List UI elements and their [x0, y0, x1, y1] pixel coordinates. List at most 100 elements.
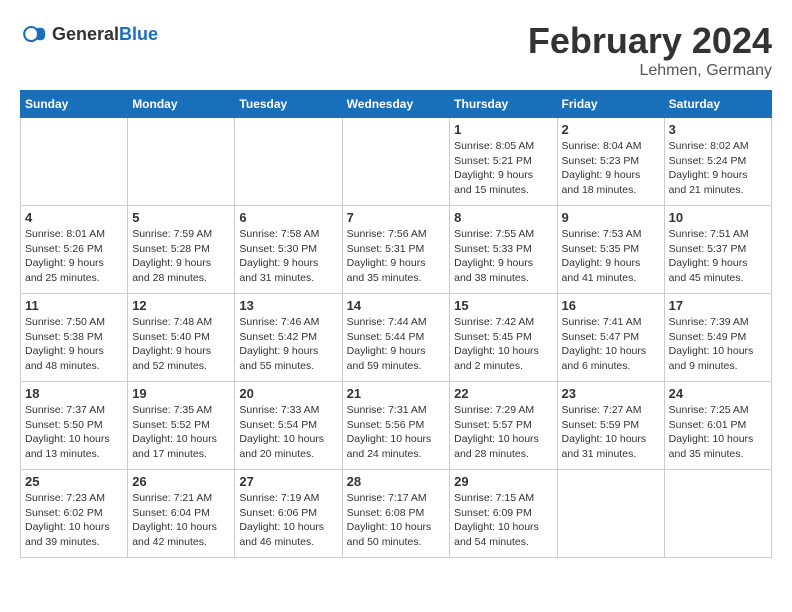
day-info: Sunrise: 7:41 AM Sunset: 5:47 PM Dayligh… [562, 315, 660, 374]
calendar-cell [128, 118, 235, 206]
day-number: 6 [239, 210, 337, 225]
day-info: Sunrise: 7:48 AM Sunset: 5:40 PM Dayligh… [132, 315, 230, 374]
day-number: 5 [132, 210, 230, 225]
weekday-header-sunday: Sunday [21, 91, 128, 118]
day-number: 26 [132, 474, 230, 489]
calendar-cell: 8 Sunrise: 7:55 AM Sunset: 5:33 PM Daylig… [450, 206, 557, 294]
day-number: 16 [562, 298, 660, 313]
day-info: Sunrise: 7:59 AM Sunset: 5:28 PM Dayligh… [132, 227, 230, 286]
calendar-cell: 18 Sunrise: 7:37 AM Sunset: 5:50 PM Dayli… [21, 382, 128, 470]
weekday-header-friday: Friday [557, 91, 664, 118]
calendar-cell: 28 Sunrise: 7:17 AM Sunset: 6:08 PM Dayli… [342, 470, 450, 558]
day-number: 28 [347, 474, 446, 489]
calendar-cell: 19 Sunrise: 7:35 AM Sunset: 5:52 PM Dayli… [128, 382, 235, 470]
day-info: Sunrise: 7:58 AM Sunset: 5:30 PM Dayligh… [239, 227, 337, 286]
day-info: Sunrise: 7:37 AM Sunset: 5:50 PM Dayligh… [25, 403, 123, 462]
calendar-cell [557, 470, 664, 558]
day-number: 15 [454, 298, 552, 313]
calendar-cell [21, 118, 128, 206]
day-number: 20 [239, 386, 337, 401]
calendar-cell: 1Sunrise: 8:05 AM Sunset: 5:21 PM Daylig… [450, 118, 557, 206]
day-number: 7 [347, 210, 446, 225]
day-info: Sunrise: 7:33 AM Sunset: 5:54 PM Dayligh… [239, 403, 337, 462]
weekday-header-wednesday: Wednesday [342, 91, 450, 118]
day-info: Sunrise: 7:42 AM Sunset: 5:45 PM Dayligh… [454, 315, 552, 374]
calendar-cell: 13Sunrise: 7:46 AM Sunset: 5:42 PM Dayli… [235, 294, 342, 382]
weekday-header-saturday: Saturday [664, 91, 771, 118]
day-info: Sunrise: 7:46 AM Sunset: 5:42 PM Dayligh… [239, 315, 337, 374]
page-header: GeneralBlue February 2024 Lehmen, German… [20, 20, 772, 80]
day-info: Sunrise: 7:27 AM Sunset: 5:59 PM Dayligh… [562, 403, 660, 462]
day-number: 24 [669, 386, 767, 401]
weekday-header-monday: Monday [128, 91, 235, 118]
calendar-cell: 15 Sunrise: 7:42 AM Sunset: 5:45 PM Dayli… [450, 294, 557, 382]
calendar-cell: 3 Sunrise: 8:02 AM Sunset: 5:24 PM Daylig… [664, 118, 771, 206]
day-info: Sunrise: 7:50 AM Sunset: 5:38 PM Dayligh… [25, 315, 123, 374]
day-number: 23 [562, 386, 660, 401]
calendar-cell: 11 Sunrise: 7:50 AM Sunset: 5:38 PM Dayli… [21, 294, 128, 382]
calendar-cell: 9 Sunrise: 7:53 AM Sunset: 5:35 PM Daylig… [557, 206, 664, 294]
calendar-cell: 10 Sunrise: 7:51 AM Sunset: 5:37 PM Dayli… [664, 206, 771, 294]
calendar-cell: 27 Sunrise: 7:19 AM Sunset: 6:06 PM Dayli… [235, 470, 342, 558]
calendar-week-row: 4 Sunrise: 8:01 AM Sunset: 5:26 PM Daylig… [21, 206, 772, 294]
day-number: 14 [347, 298, 446, 313]
day-number: 18 [25, 386, 123, 401]
calendar-cell: 20 Sunrise: 7:33 AM Sunset: 5:54 PM Dayli… [235, 382, 342, 470]
calendar-cell: 6 Sunrise: 7:58 AM Sunset: 5:30 PM Daylig… [235, 206, 342, 294]
calendar-cell: 24 Sunrise: 7:25 AM Sunset: 6:01 PM Dayli… [664, 382, 771, 470]
calendar-cell: 21Sunrise: 7:31 AM Sunset: 5:56 PM Dayli… [342, 382, 450, 470]
day-number: 12 [132, 298, 230, 313]
calendar-week-row: 18 Sunrise: 7:37 AM Sunset: 5:50 PM Dayli… [21, 382, 772, 470]
day-info: Sunrise: 8:01 AM Sunset: 5:26 PM Dayligh… [25, 227, 123, 286]
day-info: Sunrise: 7:51 AM Sunset: 5:37 PM Dayligh… [669, 227, 767, 286]
day-info: Sunrise: 7:25 AM Sunset: 6:01 PM Dayligh… [669, 403, 767, 462]
calendar-cell [235, 118, 342, 206]
day-number: 25 [25, 474, 123, 489]
day-info: Sunrise: 7:53 AM Sunset: 5:35 PM Dayligh… [562, 227, 660, 286]
day-info: Sunrise: 7:35 AM Sunset: 5:52 PM Dayligh… [132, 403, 230, 462]
day-info: Sunrise: 8:02 AM Sunset: 5:24 PM Dayligh… [669, 139, 767, 198]
day-number: 9 [562, 210, 660, 225]
day-number: 10 [669, 210, 767, 225]
calendar-cell [664, 470, 771, 558]
logo-general-text: General [52, 24, 119, 44]
day-info: Sunrise: 7:55 AM Sunset: 5:33 PM Dayligh… [454, 227, 552, 286]
day-info: Sunrise: 8:04 AM Sunset: 5:23 PM Dayligh… [562, 139, 660, 198]
day-number: 27 [239, 474, 337, 489]
calendar-cell: 7 Sunrise: 7:56 AM Sunset: 5:31 PM Daylig… [342, 206, 450, 294]
title-section: February 2024 Lehmen, Germany [528, 20, 772, 80]
calendar-cell: 26 Sunrise: 7:21 AM Sunset: 6:04 PM Dayli… [128, 470, 235, 558]
calendar-cell: 25 Sunrise: 7:23 AM Sunset: 6:02 PM Dayli… [21, 470, 128, 558]
day-number: 11 [25, 298, 123, 313]
calendar-cell [342, 118, 450, 206]
day-number: 29 [454, 474, 552, 489]
day-info: Sunrise: 7:56 AM Sunset: 5:31 PM Dayligh… [347, 227, 446, 286]
day-number: 8 [454, 210, 552, 225]
logo-icon [20, 20, 48, 48]
logo: GeneralBlue [20, 20, 158, 48]
day-info: Sunrise: 7:17 AM Sunset: 6:08 PM Dayligh… [347, 491, 446, 550]
day-number: 2 [562, 122, 660, 137]
day-info: Sunrise: 7:19 AM Sunset: 6:06 PM Dayligh… [239, 491, 337, 550]
day-info: Sunrise: 7:23 AM Sunset: 6:02 PM Dayligh… [25, 491, 123, 550]
day-number: 3 [669, 122, 767, 137]
calendar-table: SundayMondayTuesdayWednesdayThursdayFrid… [20, 90, 772, 558]
day-number: 4 [25, 210, 123, 225]
calendar-cell: 14 Sunrise: 7:44 AM Sunset: 5:44 PM Dayli… [342, 294, 450, 382]
day-info: Sunrise: 7:44 AM Sunset: 5:44 PM Dayligh… [347, 315, 446, 374]
day-info: Sunrise: 7:15 AM Sunset: 6:09 PM Dayligh… [454, 491, 552, 550]
day-number: 1 [454, 122, 552, 137]
day-info: Sunrise: 7:31 AM Sunset: 5:56 PM Dayligh… [347, 403, 446, 462]
month-year-title: February 2024 [528, 20, 772, 62]
calendar-cell: 22Sunrise: 7:29 AM Sunset: 5:57 PM Dayli… [450, 382, 557, 470]
day-info: Sunrise: 7:21 AM Sunset: 6:04 PM Dayligh… [132, 491, 230, 550]
location-subtitle: Lehmen, Germany [528, 62, 772, 80]
weekday-header-thursday: Thursday [450, 91, 557, 118]
calendar-week-row: 1Sunrise: 8:05 AM Sunset: 5:21 PM Daylig… [21, 118, 772, 206]
calendar-cell: 17Sunrise: 7:39 AM Sunset: 5:49 PM Dayli… [664, 294, 771, 382]
day-number: 22 [454, 386, 552, 401]
logo-blue-text: Blue [119, 24, 158, 44]
calendar-cell: 5 Sunrise: 7:59 AM Sunset: 5:28 PM Daylig… [128, 206, 235, 294]
calendar-header-row: SundayMondayTuesdayWednesdayThursdayFrid… [21, 91, 772, 118]
day-number: 19 [132, 386, 230, 401]
